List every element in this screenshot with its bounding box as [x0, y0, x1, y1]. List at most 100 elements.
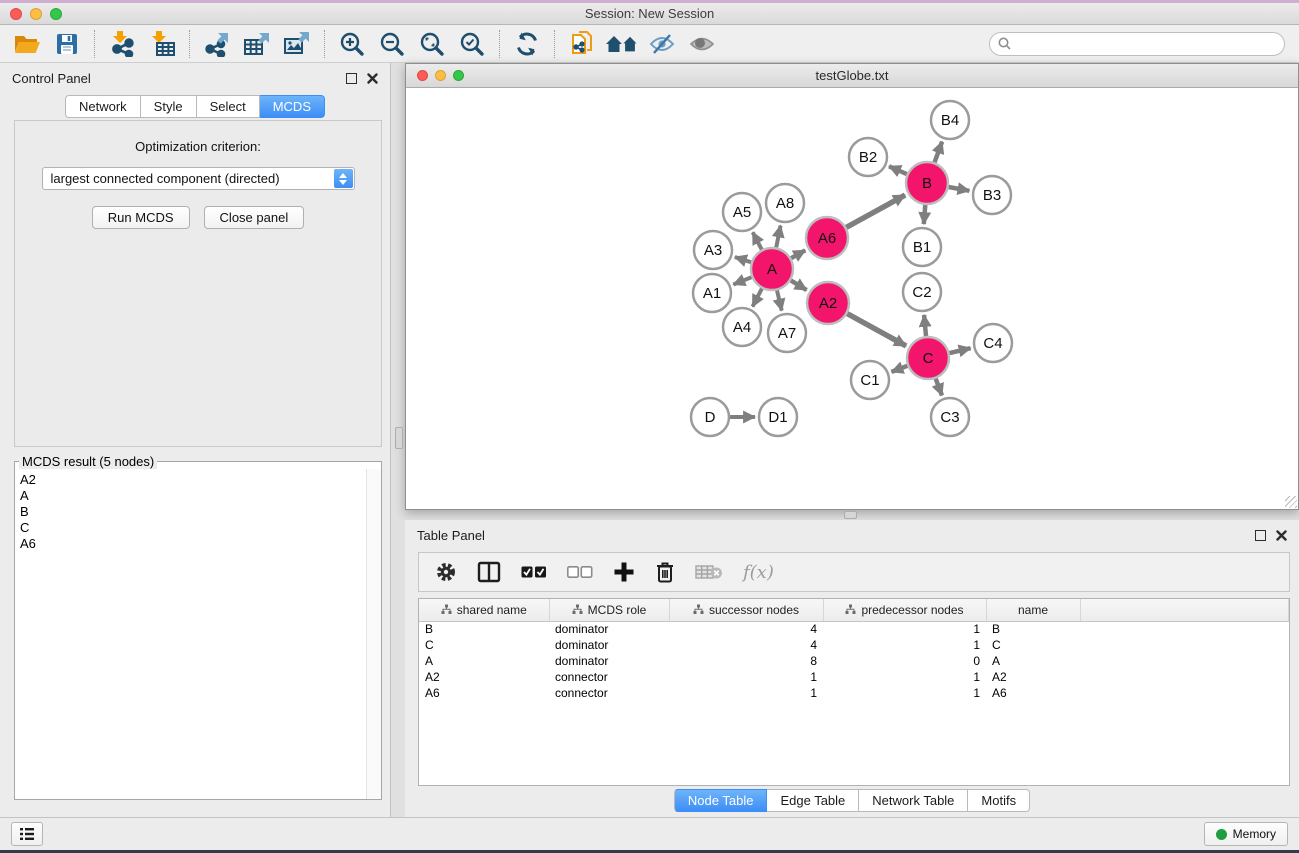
graph-node-D1[interactable]: D1 [759, 398, 797, 436]
panel-splitter-handle-horizontal[interactable] [844, 511, 857, 519]
result-list-item[interactable]: C [20, 520, 366, 536]
graph-node-B[interactable]: B [906, 162, 948, 204]
export-network-icon[interactable] [200, 29, 234, 59]
graph-edge-A-A8[interactable] [776, 226, 780, 248]
graph-node-B4[interactable]: B4 [931, 101, 969, 139]
mcds-result-list[interactable]: A2ABCA6 [15, 469, 366, 799]
graph-node-C3[interactable]: C3 [931, 398, 969, 436]
tab-network[interactable]: Network [65, 95, 141, 118]
settings-gear-icon[interactable] [435, 561, 457, 583]
graph-edge-A6-B[interactable] [846, 195, 905, 227]
column-header-MCDS-role[interactable]: MCDS role [549, 599, 669, 621]
graph-edge-A2-C[interactable] [847, 314, 906, 346]
result-list-item[interactable]: A2 [20, 472, 366, 488]
window-resize-grip[interactable] [1285, 496, 1297, 508]
delete-selected-column-icon[interactable] [655, 561, 675, 584]
tab-node-table[interactable]: Node Table [674, 789, 768, 812]
show-task-history-button[interactable] [11, 822, 43, 846]
table-row[interactable]: A6connector11A6 [419, 685, 1289, 701]
column-header-successor-nodes[interactable]: successor nodes [669, 599, 823, 621]
deselect-all-checkboxes-icon[interactable] [567, 565, 593, 579]
search-input[interactable] [1016, 37, 1276, 51]
graph-node-C1[interactable]: C1 [851, 361, 889, 399]
tab-motifs[interactable]: Motifs [968, 789, 1030, 812]
table-row[interactable]: Adominator80A [419, 653, 1289, 669]
graph-node-C2[interactable]: C2 [903, 273, 941, 311]
open-file-icon[interactable] [10, 29, 44, 59]
select-all-checkboxes-icon[interactable] [521, 565, 547, 579]
zoom-fit-icon[interactable] [415, 29, 449, 59]
graph-node-A7[interactable]: A7 [768, 314, 806, 352]
graph-node-C4[interactable]: C4 [974, 324, 1012, 362]
tab-select[interactable]: Select [197, 95, 260, 118]
graph-node-A3[interactable]: A3 [694, 231, 732, 269]
import-network-icon[interactable] [105, 29, 139, 59]
network-canvas[interactable]: B4B2BB3A8A5A6B1A3AC2A1A2A4A7C4CC1C3DD1 [406, 88, 1298, 509]
result-list-item[interactable]: A6 [20, 536, 366, 552]
graph-node-A6[interactable]: A6 [806, 217, 848, 259]
graph-node-A4[interactable]: A4 [723, 308, 761, 346]
tab-mcds[interactable]: MCDS [260, 95, 325, 118]
save-session-icon[interactable] [50, 29, 84, 59]
graph-edge-B-B1[interactable] [924, 205, 925, 224]
refresh-view-icon[interactable] [510, 29, 544, 59]
graph-edge-C-C4[interactable] [949, 348, 970, 353]
float-table-panel-icon[interactable] [1255, 530, 1266, 541]
graph-edge-C-C2[interactable] [924, 315, 926, 336]
network-window-titlebar[interactable]: testGlobe.txt [406, 64, 1298, 88]
home-layout-icon[interactable] [605, 29, 639, 59]
tab-edge-table[interactable]: Edge Table [767, 789, 859, 812]
memory-status-button[interactable]: Memory [1204, 822, 1288, 846]
graph-node-B3[interactable]: B3 [973, 176, 1011, 214]
graph-node-C[interactable]: C [907, 337, 949, 379]
close-panel-icon[interactable] [367, 73, 378, 84]
close-table-panel-icon[interactable] [1276, 530, 1287, 541]
graph-edge-A-A2[interactable] [791, 280, 807, 290]
function-builder-icon[interactable]: f(x) [743, 562, 774, 583]
graph-edge-A-A1[interactable] [733, 277, 751, 284]
table-row[interactable]: A2connector11A2 [419, 669, 1289, 685]
import-table-icon[interactable] [145, 29, 179, 59]
zoom-selected-icon[interactable] [455, 29, 489, 59]
graph-node-D[interactable]: D [691, 398, 729, 436]
close-panel-button[interactable]: Close panel [204, 206, 305, 229]
tab-network-table[interactable]: Network Table [859, 789, 968, 812]
graph-node-A1[interactable]: A1 [693, 274, 731, 312]
table-row[interactable]: Bdominator41B [419, 621, 1289, 637]
graph-edge-B-B4[interactable] [935, 142, 943, 163]
graph-edge-B-B3[interactable] [949, 187, 970, 191]
optimization-criterion-select[interactable]: largest connected component (directed) [42, 167, 355, 190]
export-table-icon[interactable] [240, 29, 274, 59]
panel-splitter-handle-vertical[interactable] [395, 427, 403, 449]
graph-node-B2[interactable]: B2 [849, 138, 887, 176]
zoom-in-icon[interactable] [335, 29, 369, 59]
export-image-icon[interactable] [280, 29, 314, 59]
search-field[interactable] [989, 32, 1285, 56]
graph-node-A2[interactable]: A2 [807, 282, 849, 324]
graph-edge-B-B2[interactable] [889, 166, 907, 174]
graph-node-A[interactable]: A [751, 248, 793, 290]
hide-graphics-details-icon[interactable] [645, 29, 679, 59]
table-row[interactable]: Cdominator41C [419, 637, 1289, 653]
graph-edge-A-A3[interactable] [735, 257, 751, 262]
graph-edge-A-A6[interactable] [791, 250, 805, 258]
show-hide-columns-icon[interactable] [477, 561, 501, 583]
graph-node-A8[interactable]: A8 [766, 184, 804, 222]
result-list-scrollbar[interactable] [366, 469, 381, 799]
column-header-name[interactable]: name [986, 599, 1080, 621]
graph-node-B1[interactable]: B1 [903, 228, 941, 266]
zoom-out-icon[interactable] [375, 29, 409, 59]
show-graphics-details-icon[interactable] [685, 29, 719, 59]
graph-edge-A-A5[interactable] [753, 232, 762, 249]
result-list-item[interactable]: B [20, 504, 366, 520]
run-mcds-button[interactable]: Run MCDS [92, 206, 190, 229]
network-graph[interactable]: B4B2BB3A8A5A6B1A3AC2A1A2A4A7C4CC1C3DD1 [406, 88, 1298, 509]
graph-edge-C-C3[interactable] [936, 379, 942, 396]
table-header-row[interactable]: shared nameMCDS rolesuccessor nodesprede… [419, 599, 1289, 621]
delete-table-icon[interactable] [695, 564, 723, 580]
open-session-document-icon[interactable] [565, 29, 599, 59]
result-list-item[interactable]: A [20, 488, 366, 504]
column-header-predecessor-nodes[interactable]: predecessor nodes [823, 599, 986, 621]
graph-edge-C-C1[interactable] [892, 366, 908, 372]
graph-edge-A-A4[interactable] [753, 289, 762, 307]
